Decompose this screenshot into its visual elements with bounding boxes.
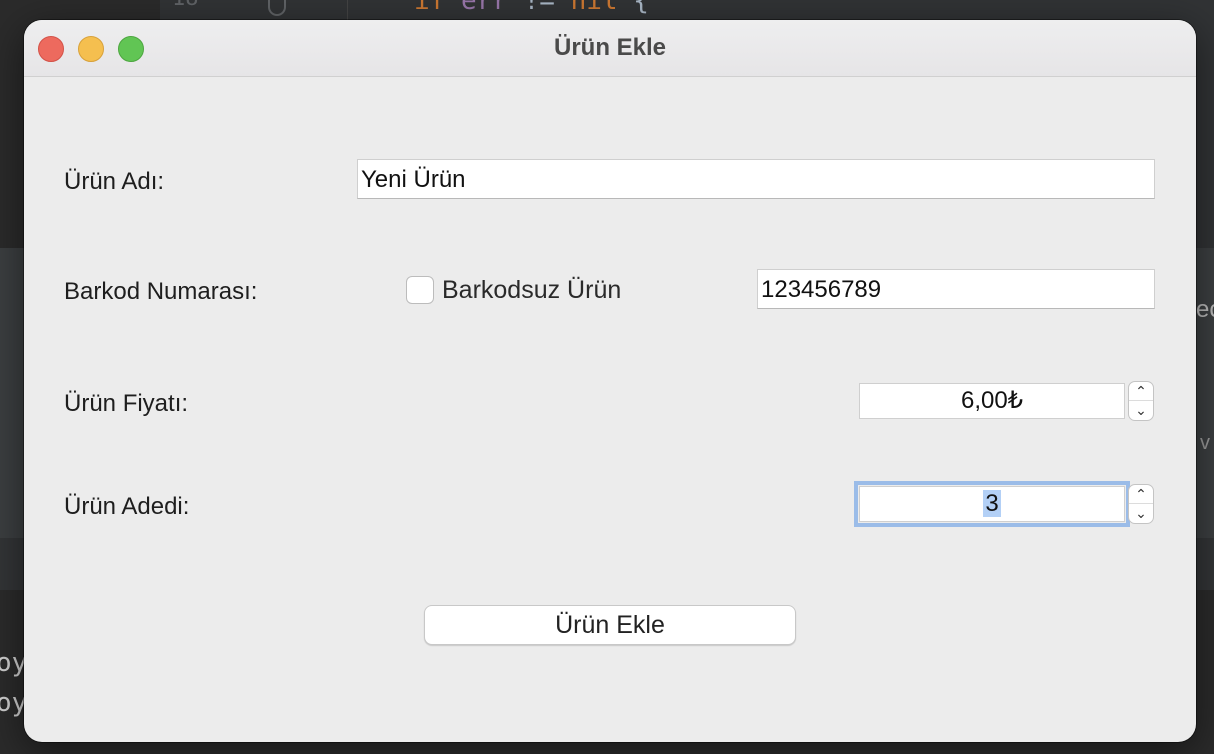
code-line: if err != nil { [414,0,649,16]
code-keyword: if [414,0,446,16]
product-quantity-label: Ürün Adedi: [64,493,190,520]
product-quantity-field[interactable]: 3 [854,481,1130,527]
title-bar[interactable]: Ürün Ekle [24,20,1196,77]
background-text-fragment: ec [1196,296,1214,323]
no-barcode-label[interactable]: Barkodsuz Ürün [442,276,621,305]
chevron-up-icon[interactable]: ⌃ [1129,382,1153,401]
chevron-down-icon[interactable]: ⌄ [1129,401,1153,420]
selected-text: 3 [983,490,1001,517]
no-barcode-checkbox[interactable] [406,276,434,304]
barcode-label: Barkod Numarası: [64,278,258,305]
code-brace: { [633,0,649,16]
code-nil: nil [570,0,618,16]
product-name-label: Ürün Adı: [64,168,165,195]
window-title: Ürün Ekle [553,34,667,61]
chevron-up-icon[interactable]: ⌃ [1129,485,1153,504]
product-price-label: Ürün Fiyatı: [64,390,189,417]
chevron-down-icon[interactable]: ⌄ [1129,504,1153,523]
product-name-input[interactable]: Yeni Ürün [357,159,1155,199]
add-product-dialog: Ürün Ekle Ürün Adı: Yeni Ürün Barkod Num… [24,20,1196,742]
line-number: 18 [172,0,199,11]
code-operator: != [523,0,555,16]
code-variable: err [460,0,508,16]
add-product-button[interactable]: Ürün Ekle [424,605,796,645]
background-text-fragment: v [1200,432,1210,454]
gutter-separator [347,0,348,20]
quantity-stepper[interactable]: ⌃ ⌄ [1128,484,1154,524]
barcode-input[interactable]: 123456789 [757,269,1155,309]
product-price-field[interactable]: 6,00₺ [859,383,1125,419]
price-stepper[interactable]: ⌃ ⌄ [1128,381,1154,421]
